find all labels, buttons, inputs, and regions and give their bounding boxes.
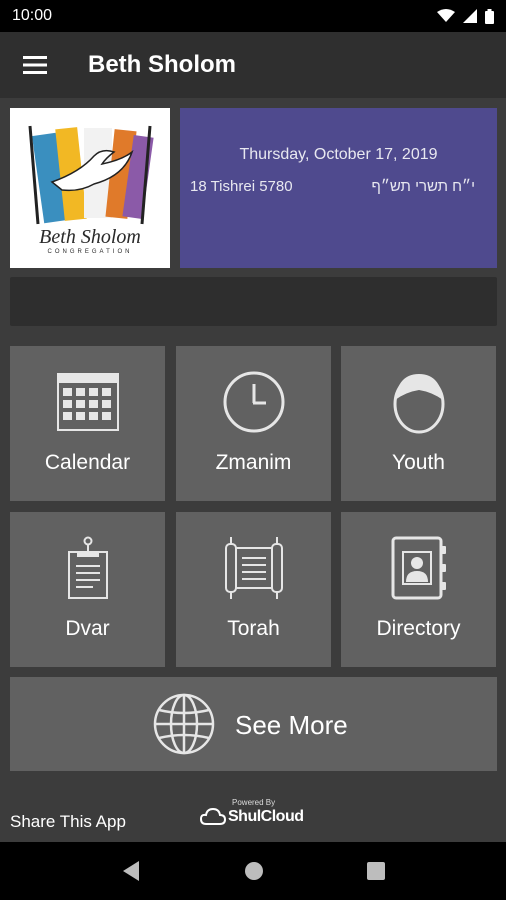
powered-by-shulcloud[interactable]: Powered By ShulCloud — [200, 796, 310, 830]
tile-directory[interactable]: Directory — [341, 512, 496, 667]
date-panel: Thursday, October 17, 2019 18 Tishrei 57… — [180, 108, 497, 268]
gregorian-date: Thursday, October 17, 2019 — [239, 146, 438, 163]
battery-icon — [485, 8, 494, 24]
tile-label: Directory — [376, 617, 461, 640]
clock-icon — [223, 371, 284, 433]
app-bar: Beth Sholom — [0, 32, 506, 98]
tile-label: Zmanim — [215, 451, 292, 474]
recents-icon[interactable] — [366, 862, 385, 880]
tile-label: Dvar — [65, 617, 110, 640]
tile-label: Youth — [392, 451, 445, 474]
share-app-link[interactable]: Share This App — [10, 812, 126, 832]
contact-book-icon — [391, 536, 446, 600]
status-time: 10:00 — [12, 7, 53, 24]
logo-line2: CONGREGATION — [47, 249, 133, 255]
tile-label: Calendar — [44, 451, 131, 474]
hamburger-menu-icon — [23, 56, 47, 74]
globe-icon — [153, 693, 215, 755]
app-title: Beth Sholom — [88, 51, 236, 78]
home-icon[interactable] — [244, 861, 264, 881]
hebrew-date-transliterated: 18 Tishrei 5780 — [190, 178, 293, 195]
tile-calendar[interactable]: Calendar — [10, 346, 165, 501]
tile-label: Torah — [227, 617, 280, 640]
system-nav-bar — [0, 842, 506, 900]
menu-button[interactable] — [0, 32, 70, 98]
see-more-button[interactable]: See More — [10, 677, 497, 771]
signal-icon — [463, 9, 477, 23]
back-icon[interactable] — [121, 860, 141, 882]
logo-line1: Beth Sholom — [39, 226, 141, 248]
status-bar: 10:00 — [0, 0, 506, 32]
wifi-icon — [437, 9, 455, 22]
tile-youth[interactable]: Youth — [341, 346, 496, 501]
announcement-bar[interactable] — [10, 277, 497, 326]
powered-by-text: Powered By — [232, 798, 276, 807]
torah-dove-logo-icon — [28, 125, 154, 225]
calendar-icon — [56, 373, 119, 431]
torah-scroll-icon — [224, 537, 283, 599]
cloud-icon — [200, 808, 226, 825]
see-more-label: See More — [235, 710, 348, 740]
person-icon — [393, 374, 444, 434]
tile-torah[interactable]: Torah — [176, 512, 331, 667]
notepad-icon — [67, 536, 108, 599]
congregation-logo: Beth Sholom CONGREGATION — [10, 108, 170, 268]
tile-dvar[interactable]: Dvar — [10, 512, 165, 667]
status-icons — [437, 8, 494, 24]
tile-zmanim[interactable]: Zmanim — [176, 346, 331, 501]
hebrew-date-native: י״ח תשרי תש״ף — [371, 178, 475, 195]
shulcloud-brand: ShulCloud — [228, 808, 304, 825]
